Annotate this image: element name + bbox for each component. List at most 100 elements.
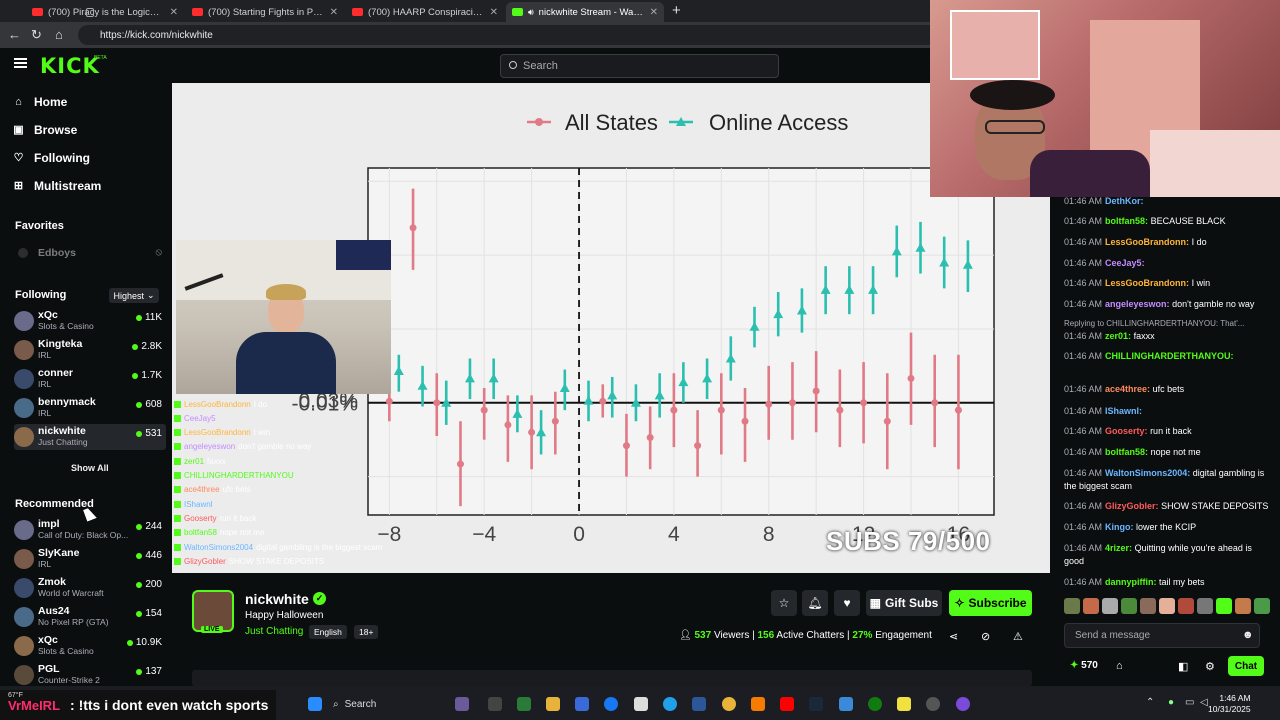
channel-points[interactable]: ✦ 570 [1070, 660, 1098, 671]
sidebar-channel-impl[interactable]: impl Call of Duty: Black Op... 244 [14, 517, 166, 543]
chat-message[interactable]: 01:46 AM GlizyGobler: SHOW STAKE DEPOSITS [1064, 500, 1270, 513]
settings-icon[interactable]: ⚙ [1205, 660, 1215, 673]
bell-icon[interactable]: 🔔︎ [802, 590, 828, 616]
close-tab-icon[interactable]: ✕ [490, 7, 498, 18]
close-tab-icon[interactable]: ✕ [330, 7, 338, 18]
browser-tab-4[interactable]: 🔊︎ nickwhite Stream - Watch Li ✕ [506, 2, 664, 22]
store-icon[interactable]: ⌂ [1116, 660, 1123, 672]
sidebar-channel-xqc[interactable]: xQc Slots & Casino 10.9K [14, 633, 166, 659]
chat-send-button[interactable]: Chat [1228, 656, 1264, 676]
sidebar-item-home[interactable]: ⌂ Home [13, 95, 67, 109]
edge-icon[interactable] [663, 697, 677, 711]
store-icon[interactable] [575, 697, 589, 711]
chat-message[interactable]: 01:46 AM dannypiffin: tail my bets [1064, 576, 1270, 589]
sticky-notes-icon[interactable] [897, 697, 911, 711]
chat-message[interactable]: 01:46 AM Kingo: lower the KCIP [1064, 521, 1270, 534]
sidebar-channel-conner[interactable]: conner IRL 1.7K [14, 366, 166, 392]
emote[interactable] [1159, 598, 1175, 614]
chat-input[interactable]: Send a message [1064, 623, 1260, 648]
speaker-icon[interactable]: 🔊︎ [528, 7, 534, 18]
favorite-channel[interactable]: Edboys ⦸ [14, 241, 166, 267]
taskbar-app-icon[interactable] [839, 697, 853, 711]
sidebar-item-multistream[interactable]: ⊞ Multistream [13, 179, 101, 193]
report-icon[interactable]: ⚠ [1013, 630, 1023, 643]
browser-tab-2[interactable]: (700) Starting Fights in Public Pra✕ [186, 2, 344, 22]
address-bar[interactable]: https://kick.com/nickwhite [78, 25, 958, 45]
chat-message[interactable]: 01:46 AM ace4three: ufc bets [1064, 383, 1270, 396]
sidebar-item-browse[interactable]: ▣ Browse [13, 123, 77, 137]
sidebar-channel-xqc[interactable]: xQc Slots & Casino 11K [14, 308, 166, 334]
tag-language[interactable]: English [309, 625, 347, 639]
xbox-icon[interactable] [868, 697, 882, 711]
follow-heart-icon[interactable]: ♥ [834, 590, 860, 616]
file-explorer-icon[interactable] [546, 697, 560, 711]
volume-icon[interactable]: ◁ [1200, 697, 1208, 708]
chevron-up-icon[interactable]: ⌃ [1146, 697, 1154, 708]
chat-message[interactable]: 01:46 AM LessGooBrandonn: I win [1064, 277, 1270, 290]
chat-reply-context[interactable]: Replying to CHILLINGHARDERTHANYOU: That'… [1064, 317, 1270, 330]
stream-category[interactable]: Just Chatting [245, 626, 303, 637]
emote[interactable] [1216, 598, 1232, 614]
steam-icon[interactable] [809, 697, 823, 711]
sidebar-item-following[interactable]: ♡ Following [13, 151, 90, 165]
calculator-icon[interactable] [692, 697, 706, 711]
chat-message[interactable]: 01:46 AM IShawnl: [1064, 405, 1270, 418]
close-tab-icon[interactable]: ✕ [170, 7, 178, 18]
menu-icon[interactable] [14, 58, 27, 68]
youtube-icon[interactable] [780, 697, 794, 711]
taskbar-app-icon[interactable] [455, 697, 469, 711]
star-icon[interactable]: ☆ [771, 590, 797, 616]
emote[interactable] [1064, 598, 1080, 614]
taskview-icon[interactable] [488, 697, 502, 711]
vlc-icon[interactable] [751, 697, 765, 711]
network-icon[interactable]: ▭ [1185, 697, 1194, 708]
new-tab-icon[interactable]: + [672, 2, 681, 19]
amazon-icon[interactable] [634, 697, 648, 711]
search-input[interactable]: Search [500, 54, 779, 78]
taskbar-search[interactable]: ⌕ Search [333, 696, 433, 712]
sidebar-channel-aus24[interactable]: Aus24 No Pixel RP (GTA) 154 [14, 604, 166, 630]
browser-tab-1[interactable]: (700) Piracy is the Logical Solutio✕ [26, 2, 184, 22]
sidebar-channel-zmok[interactable]: Zmok World of Warcraft 200 [14, 575, 166, 601]
taskbar-app-icon[interactable] [956, 697, 970, 711]
emote[interactable] [1121, 598, 1137, 614]
chat-message[interactable]: 01:46 AM 4rizer: Quitting while you're ah… [1064, 542, 1270, 568]
sidebar-channel-kingteka[interactable]: Kingteka IRL 2.8K [14, 337, 166, 363]
kick-logo[interactable]: KICK [40, 54, 100, 78]
chat-message[interactable]: 01:46 AM CHILLINGHARDERTHANYOU: [1064, 350, 1270, 363]
chat-message[interactable]: 01:46 AM WaltonSimons2004: digital gambli… [1064, 467, 1270, 493]
gift-subs-button[interactable]: ▦ Gift Subs [866, 590, 942, 616]
clip-icon[interactable]: ◧ [1178, 660, 1188, 673]
mic-icon[interactable]: ● [1168, 697, 1174, 708]
sidebar-channel-nickwhite[interactable]: nickwhite Just Chatting 531 [14, 424, 166, 450]
chat-message[interactable]: 01:46 AM LessGooBrandonn: I do [1064, 236, 1270, 249]
windows-start-icon[interactable] [308, 697, 322, 711]
emote[interactable] [1235, 598, 1251, 614]
emote[interactable] [1254, 598, 1270, 614]
hide-icon[interactable]: ⊘ [981, 630, 990, 643]
chat-message[interactable]: 01:46 AM boltfan58: nope not me [1064, 446, 1270, 459]
reload-icon[interactable]: ↻ [31, 27, 42, 43]
system-clock[interactable]: 1:46 AM 10/31/2025 [1208, 693, 1251, 715]
emote[interactable] [1102, 598, 1118, 614]
emote[interactable] [1178, 598, 1194, 614]
sort-dropdown[interactable]: Highest ⌄ [109, 288, 159, 303]
chat-message[interactable]: 01:46 AM Gooserty: run it back [1064, 425, 1270, 438]
obs-icon[interactable] [926, 697, 940, 711]
emoji-icon[interactable]: ☻ [1242, 629, 1254, 641]
share-icon[interactable]: ⋖ [949, 630, 958, 643]
back-icon[interactable]: ← [8, 27, 21, 42]
close-tab-icon[interactable]: ✕ [650, 7, 658, 18]
subscribe-button[interactable]: ✧ Subscribe [949, 590, 1032, 616]
sidebar-channel-pgl[interactable]: PGL Counter-Strike 2 137 [14, 662, 166, 688]
chrome-icon[interactable] [722, 697, 736, 711]
tag-age[interactable]: 18+ [354, 625, 379, 639]
taskbar-app-icon[interactable] [517, 697, 531, 711]
chat-message[interactable]: 01:46 AM DethKor: [1064, 195, 1270, 208]
emote[interactable] [1083, 598, 1099, 614]
channel-name[interactable]: nickwhite [245, 591, 309, 607]
chat-message[interactable]: 01:46 AM boltfan58: BECAUSE BLACK [1064, 215, 1270, 228]
chat-message[interactable]: 01:46 AM zer01: faxxx [1064, 330, 1270, 343]
facebook-icon[interactable] [604, 697, 618, 711]
home-browser-icon[interactable]: ⌂ [55, 27, 63, 42]
